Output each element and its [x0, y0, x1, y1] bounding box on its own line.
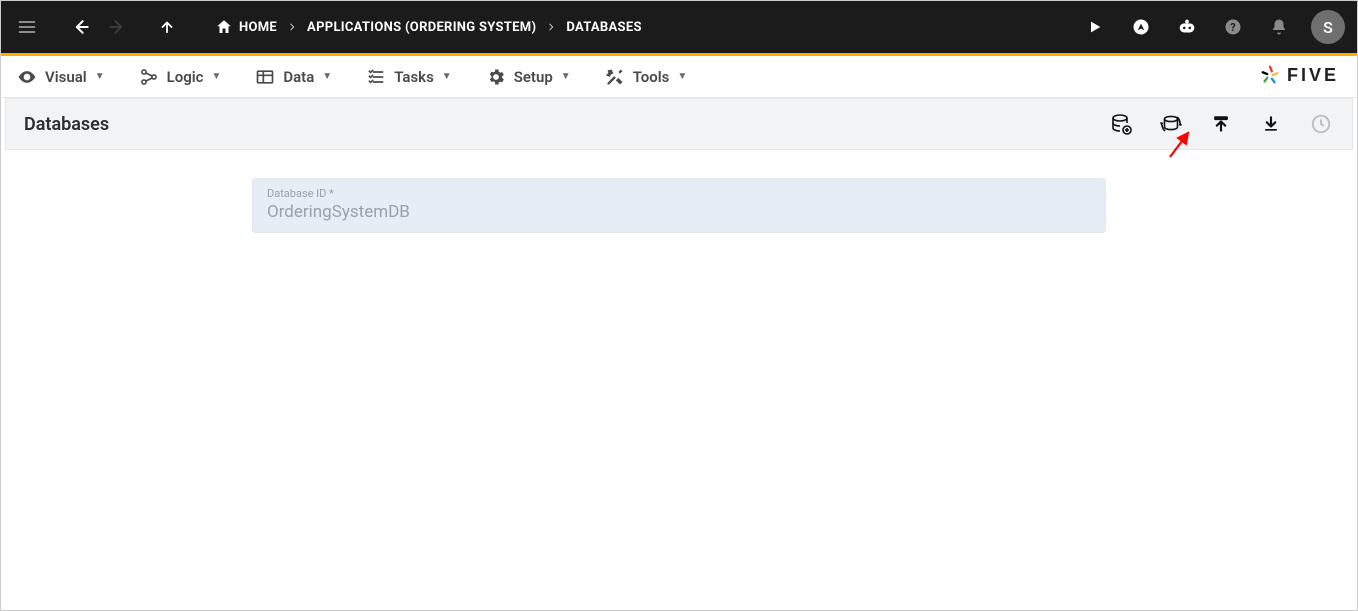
topbar: HOME APPLICATIONS (ORDERING SYSTEM) DATA…: [1, 1, 1357, 53]
menu-logic-label: Logic: [167, 68, 204, 86]
db-add-button[interactable]: [1108, 111, 1134, 137]
hamburger-icon[interactable]: [13, 13, 41, 41]
menu-tasks[interactable]: Tasks ▼: [366, 67, 452, 87]
back-icon[interactable]: [67, 13, 95, 41]
up-icon[interactable]: [153, 13, 181, 41]
chevron-down-icon: ▼: [561, 71, 571, 82]
upload-button[interactable]: [1208, 111, 1234, 137]
menu-tasks-label: Tasks: [394, 68, 434, 86]
bell-icon[interactable]: [1265, 13, 1293, 41]
play-icon[interactable]: [1081, 13, 1109, 41]
chevron-down-icon: ▼: [677, 71, 687, 82]
history-button[interactable]: [1308, 111, 1334, 137]
eye-icon: [17, 67, 37, 87]
menu-setup[interactable]: Setup ▼: [486, 67, 571, 87]
chevron-right-icon: [546, 22, 556, 32]
brand-text: FIVE: [1287, 65, 1339, 86]
tasks-icon: [366, 67, 386, 87]
menu-setup-label: Setup: [514, 68, 553, 86]
database-id-field[interactable]: Database ID * OrderingSystemDB: [252, 178, 1106, 233]
search-explore-icon[interactable]: [1127, 13, 1155, 41]
bot-icon[interactable]: [1173, 13, 1201, 41]
breadcrumb-home[interactable]: HOME: [215, 18, 277, 36]
brand-mark-icon: [1259, 64, 1281, 86]
menu-data[interactable]: Data ▼: [255, 67, 332, 87]
breadcrumb-home-label: HOME: [239, 20, 277, 35]
chevron-down-icon: ▼: [322, 71, 332, 82]
db-sync-button[interactable]: [1158, 111, 1184, 137]
chevron-down-icon: ▼: [95, 71, 105, 82]
database-id-value: OrderingSystemDB: [267, 202, 1091, 222]
page-title: Databases: [24, 114, 109, 135]
database-id-label: Database ID *: [267, 187, 1091, 200]
breadcrumb: HOME APPLICATIONS (ORDERING SYSTEM) DATA…: [215, 18, 642, 36]
avatar-initial: S: [1323, 18, 1333, 37]
menu-visual-label: Visual: [45, 68, 87, 86]
menu-data-label: Data: [283, 68, 314, 86]
forward-icon: [103, 13, 131, 41]
menubar: Visual ▼ Logic ▼ Data ▼ Tasks ▼: [1, 56, 1357, 98]
svg-text:?: ?: [1230, 21, 1235, 34]
breadcrumb-app[interactable]: APPLICATIONS (ORDERING SYSTEM): [307, 20, 536, 35]
breadcrumb-leaf[interactable]: DATABASES: [566, 20, 641, 35]
menu-logic[interactable]: Logic ▼: [139, 67, 222, 87]
data-table-icon: [255, 67, 275, 87]
tools-icon: [605, 67, 625, 87]
chevron-down-icon: ▼: [442, 71, 452, 82]
help-icon[interactable]: ?: [1219, 13, 1247, 41]
avatar[interactable]: S: [1311, 10, 1345, 44]
chevron-right-icon: [287, 22, 297, 32]
brand-logo: FIVE: [1259, 64, 1339, 86]
menu-visual[interactable]: Visual ▼: [17, 67, 105, 87]
chevron-down-icon: ▼: [211, 71, 221, 82]
download-button[interactable]: [1258, 111, 1284, 137]
content-area: Database ID * OrderingSystemDB: [1, 150, 1357, 233]
home-icon: [215, 18, 233, 36]
logic-icon: [139, 67, 159, 87]
gear-icon: [486, 67, 506, 87]
menu-tools[interactable]: Tools ▼: [605, 67, 688, 87]
menu-tools-label: Tools: [633, 68, 670, 86]
page-header: Databases: [5, 98, 1353, 150]
